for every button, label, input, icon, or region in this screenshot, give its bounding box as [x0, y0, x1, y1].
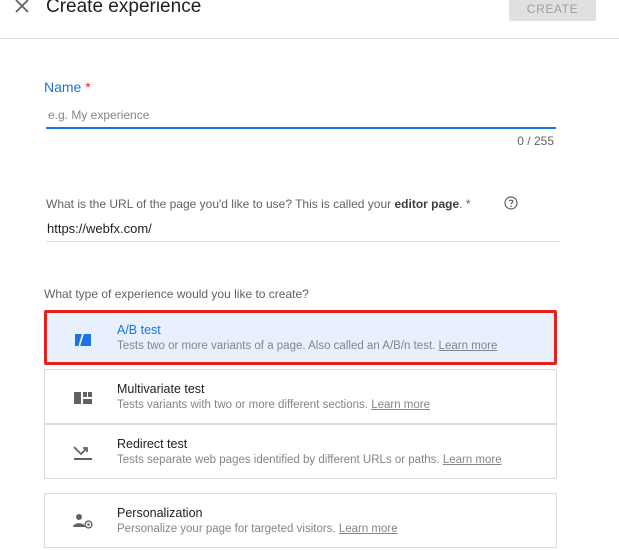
- option-description: Tests two or more variants of a page. Al…: [117, 340, 497, 352]
- name-input[interactable]: [46, 105, 556, 125]
- learn-more-link[interactable]: Learn more: [443, 454, 502, 466]
- option-ab-test[interactable]: A/B test Tests two or more variants of a…: [44, 310, 557, 365]
- close-icon[interactable]: [12, 0, 32, 16]
- name-label-text: Name: [44, 79, 82, 95]
- dialog-header: Create experience CREATE: [0, 0, 619, 39]
- learn-more-link[interactable]: Learn more: [371, 399, 430, 411]
- option-multivariate-test[interactable]: Multivariate test Tests variants with tw…: [44, 369, 557, 424]
- option-description-text: Tests variants with two or more differen…: [117, 399, 368, 411]
- option-description-text: Tests two or more variants of a page. Al…: [117, 340, 436, 352]
- option-description: Personalize your page for targeted visit…: [117, 523, 398, 535]
- option-description: Tests separate web pages identified by d…: [117, 454, 502, 466]
- name-label: Name *: [44, 79, 91, 95]
- option-redirect-test[interactable]: Redirect test Tests separate web pages i…: [44, 424, 557, 479]
- option-title: Redirect test: [117, 437, 188, 451]
- option-personalization[interactable]: Personalization Personalize your page fo…: [44, 493, 557, 548]
- name-input-underline: [46, 127, 556, 129]
- url-input[interactable]: [47, 219, 557, 237]
- option-description-text: Tests separate web pages identified by d…: [117, 454, 440, 466]
- url-label-bold: editor page: [394, 197, 460, 211]
- learn-more-link[interactable]: Learn more: [339, 523, 398, 535]
- url-label-prefix: What is the URL of the page you'd like t…: [46, 197, 395, 211]
- personalization-icon: [73, 514, 93, 529]
- experience-type-question: What type of experience would you like t…: [44, 287, 309, 301]
- url-label-suffix: . *: [459, 197, 471, 211]
- learn-more-link[interactable]: Learn more: [439, 340, 498, 352]
- required-mark: *: [85, 79, 91, 95]
- option-title: Multivariate test: [117, 382, 205, 396]
- option-title: A/B test: [117, 323, 161, 337]
- option-description: Tests variants with two or more differen…: [117, 399, 430, 411]
- option-description-text: Personalize your page for targeted visit…: [117, 523, 336, 535]
- redirect-icon: [73, 446, 92, 460]
- page-title: Create experience: [46, 0, 202, 17]
- help-icon[interactable]: [504, 196, 518, 210]
- url-label: What is the URL of the page you'd like t…: [46, 197, 471, 211]
- url-input-underline: [46, 241, 560, 242]
- multivariate-icon: [74, 392, 92, 404]
- option-title: Personalization: [117, 506, 203, 520]
- name-char-counter: 0 / 255: [517, 134, 554, 148]
- ab-test-icon: [75, 332, 91, 348]
- create-button[interactable]: CREATE: [509, 0, 596, 21]
